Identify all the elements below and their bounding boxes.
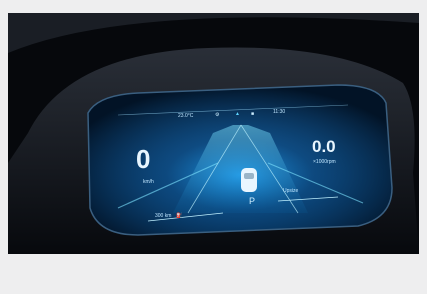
dashboard-photo: 23.0°C ⚙ ▲ ■ 11:30 0 km/h 0.0 ×1000rpm P… xyxy=(8,13,419,254)
instrument-cluster-graphic xyxy=(8,13,419,254)
speed-value: 0 xyxy=(136,144,151,174)
rpm-unit: ×1000rpm xyxy=(313,159,336,165)
temperature-readout: 23.0°C xyxy=(178,113,194,119)
range-readout: 300 km xyxy=(155,213,172,219)
rpm-value: 0.0 xyxy=(312,137,336,156)
navigation-icon: ▲ xyxy=(235,111,240,117)
lock-icon: ■ xyxy=(251,111,255,117)
gear-indicator: P xyxy=(249,196,256,206)
right-info-readout: Upsize xyxy=(283,188,299,194)
fuel-pump-icon: ⛽ xyxy=(176,213,183,219)
settings-icon: ⚙ xyxy=(215,112,220,118)
clock-readout: 11:30 xyxy=(273,109,286,115)
speed-unit: km/h xyxy=(143,179,154,185)
